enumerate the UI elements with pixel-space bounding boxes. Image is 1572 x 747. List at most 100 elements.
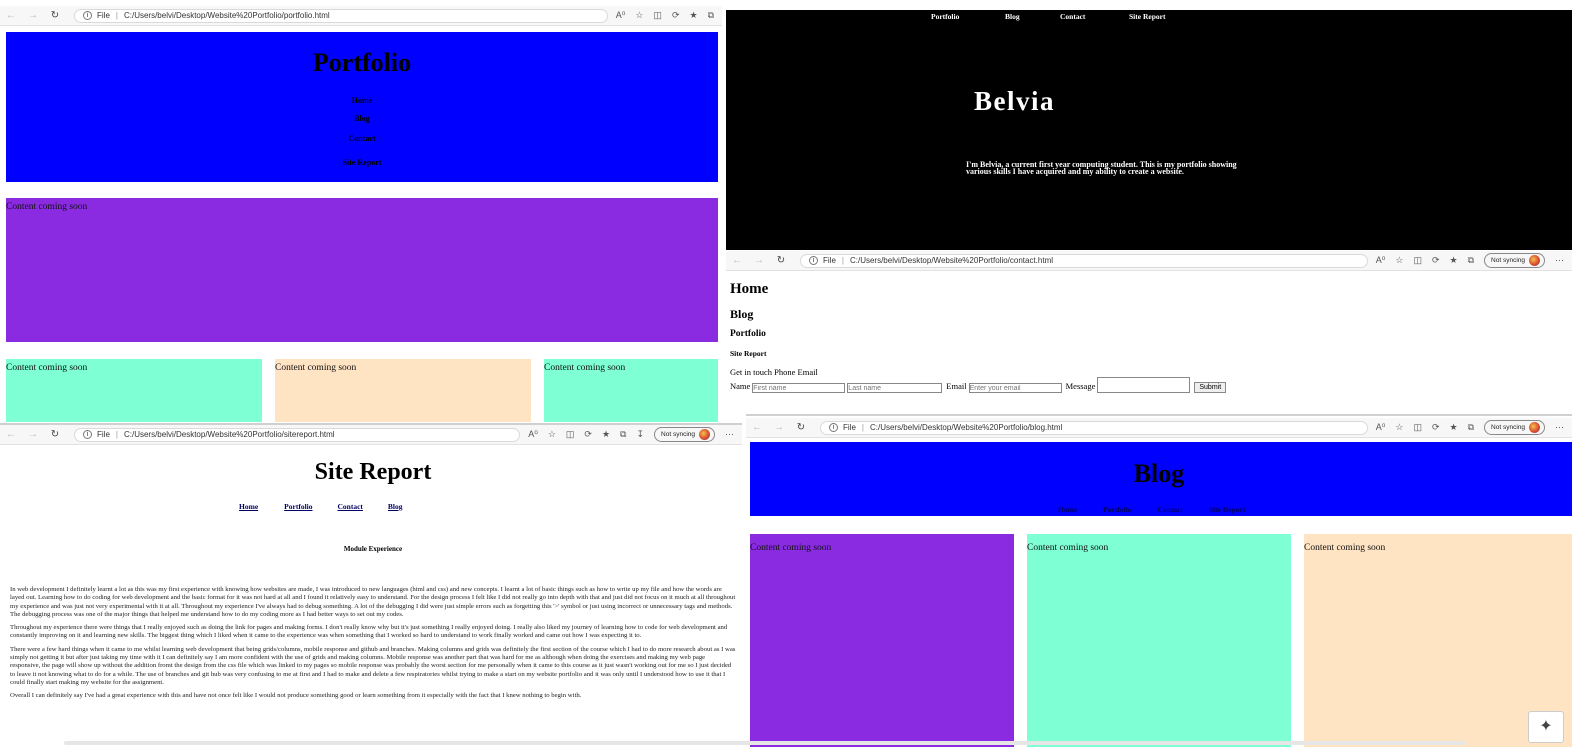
sync-button[interactable]: Not syncing [1484, 253, 1545, 268]
tab-icon[interactable]: ◫ [1413, 255, 1422, 266]
file-label: File [97, 430, 110, 439]
info-icon: i [83, 430, 92, 439]
avatar [1529, 255, 1540, 266]
content-box-aqua: Content coming soon [1027, 534, 1291, 747]
read-aloud-icon[interactable]: A⁰ [616, 10, 626, 21]
favorite-add-icon[interactable]: ☆ [1395, 422, 1403, 433]
read-aloud-icon[interactable]: A⁰ [1376, 255, 1386, 266]
back-icon[interactable]: ← [726, 255, 748, 266]
refresh-icon[interactable]: ↻ [770, 255, 792, 266]
nav-home[interactable]: Home [239, 502, 258, 511]
forward-icon[interactable]: → [22, 10, 44, 21]
blog-address-bar: ← → ↻ i File | C:/Users/belvi/Desktop/We… [746, 418, 1572, 438]
refresh-icon[interactable]: ↻ [790, 422, 812, 433]
forward-icon[interactable]: → [768, 422, 790, 433]
contact-link-home[interactable]: Home [730, 281, 768, 298]
download-icon[interactable]: ↧ [636, 429, 644, 440]
nav-blog[interactable]: Blog [388, 502, 403, 511]
nav-site-report[interactable]: Site Report [1209, 505, 1245, 514]
email-label: Email [946, 381, 967, 391]
more-icon[interactable]: ⋯ [725, 429, 734, 440]
url-text: C:/Users/belvi/Desktop/Website%20Portfol… [123, 11, 330, 20]
sync-button[interactable]: Not syncing [654, 427, 715, 442]
file-label: File [97, 11, 110, 20]
contact-address-bar: ← → ↻ i File | C:/Users/belvi/Desktop/We… [726, 251, 1572, 271]
contact-link-blog[interactable]: Blog [730, 307, 753, 322]
extensions-icon[interactable]: ⟳ [1432, 422, 1440, 433]
tab-icon[interactable]: ◫ [566, 429, 575, 440]
more-icon[interactable]: ⋯ [1555, 422, 1564, 433]
extensions-icon[interactable]: ⟳ [672, 10, 680, 21]
nav-portfolio[interactable]: Portfolio [284, 502, 312, 511]
url-bar[interactable]: i File | C:/Users/belvi/Desktop/Website%… [800, 253, 1368, 268]
collections-icon[interactable]: ⧉ [708, 10, 714, 21]
feedback-icon[interactable]: ✦ [1528, 711, 1564, 743]
nav-contact[interactable]: Contact [1060, 12, 1085, 21]
nav-home[interactable]: Home [6, 96, 718, 105]
sitereport-nav: Home Portfolio Contact Blog [239, 502, 403, 511]
tab-icon[interactable]: ◫ [1413, 422, 1422, 433]
content-box-purple: Content coming soon [6, 198, 718, 342]
collections-icon[interactable]: ⧉ [1468, 255, 1474, 266]
url-bar[interactable]: i File | C:/Users/belvi/Desktop/Website%… [820, 420, 1368, 435]
favorites-icon[interactable]: ★ [1450, 422, 1458, 433]
message-textarea[interactable] [1097, 377, 1191, 393]
refresh-icon[interactable]: ↻ [44, 429, 66, 440]
back-icon[interactable]: ← [746, 422, 768, 433]
url-text: C:/Users/belvi/Desktop/Website%20Portfol… [869, 423, 1063, 432]
portfolio-header: Portfolio Home Blog Contact Site Report [6, 32, 718, 182]
back-icon[interactable]: ← [0, 10, 22, 21]
report-paragraph: There were a few hard things when it cam… [10, 645, 736, 686]
favorites-icon[interactable]: ★ [689, 10, 697, 21]
file-label: File [823, 256, 836, 265]
submit-button[interactable]: Submit [1194, 382, 1227, 393]
extensions-icon[interactable]: ⟳ [584, 429, 592, 440]
sync-button[interactable]: Not syncing [1484, 420, 1545, 435]
favorite-add-icon[interactable]: ☆ [1395, 255, 1403, 266]
page-title: Blog [1133, 459, 1185, 488]
nav-contact[interactable]: Contact [338, 502, 363, 511]
scrollbar[interactable] [64, 741, 1466, 745]
more-icon[interactable]: ⋯ [1555, 255, 1564, 266]
back-icon[interactable]: ← [0, 429, 22, 440]
url-bar[interactable]: i File | C:/Users/belvi/Desktop/Website%… [74, 8, 608, 23]
nav-contact[interactable]: Contact [1158, 505, 1183, 514]
home-window: Portfolio Blog Contact Site Report Belvi… [726, 10, 1572, 250]
favorite-add-icon[interactable]: ☆ [548, 429, 556, 440]
nav-contact[interactable]: Contact [6, 134, 718, 143]
url-text: C:/Users/belvi/Desktop/Website%20Portfol… [849, 256, 1054, 265]
forward-icon[interactable]: → [22, 429, 44, 440]
nav-blog[interactable]: Blog [6, 114, 718, 123]
info-icon: i [829, 423, 838, 432]
info-icon: i [809, 256, 818, 265]
read-aloud-icon[interactable]: A⁰ [528, 429, 538, 440]
nav-portfolio[interactable]: Portfolio [931, 12, 959, 21]
content-box-purple: Content coming soon [750, 534, 1014, 747]
email-field[interactable] [968, 383, 1062, 393]
nav-site-report[interactable]: Site Report [6, 158, 718, 167]
sitereport-address-bar: ← → ↻ i File | C:/Users/belvi/Desktop/We… [0, 425, 742, 445]
report-paragraph: Throughout my experience there were thin… [10, 624, 728, 640]
nav-portfolio[interactable]: Portfolio [1103, 505, 1131, 514]
nav-site-report[interactable]: Site Report [1129, 12, 1165, 21]
read-aloud-icon[interactable]: A⁰ [1376, 422, 1386, 433]
refresh-icon[interactable]: ↻ [44, 10, 66, 21]
collections-icon[interactable]: ⧉ [620, 429, 626, 440]
favorite-add-icon[interactable]: ☆ [635, 10, 643, 21]
tab-icon[interactable]: ◫ [653, 10, 662, 21]
extensions-icon[interactable]: ⟳ [1432, 255, 1440, 266]
forward-icon[interactable]: → [748, 255, 770, 266]
nav-home[interactable]: Home [1058, 505, 1077, 514]
collections-icon[interactable]: ⧉ [1468, 422, 1474, 433]
last-name-input[interactable] [847, 383, 943, 393]
favorites-icon[interactable]: ★ [1450, 255, 1458, 266]
first-name-input[interactable] [752, 383, 846, 393]
url-bar[interactable]: i File | C:/Users/belvi/Desktop/Website%… [74, 427, 521, 442]
content-box-aqua: Content coming soon [6, 359, 262, 422]
contact-link-portfolio[interactable]: Portfolio [730, 329, 766, 339]
favorites-icon[interactable]: ★ [602, 429, 610, 440]
contact-window: ← → ↻ i File | C:/Users/belvi/Desktop/We… [726, 251, 1572, 411]
nav-blog[interactable]: Blog [1005, 12, 1020, 21]
contact-link-site-report[interactable]: Site Report [730, 349, 766, 358]
avatar [1529, 422, 1540, 433]
